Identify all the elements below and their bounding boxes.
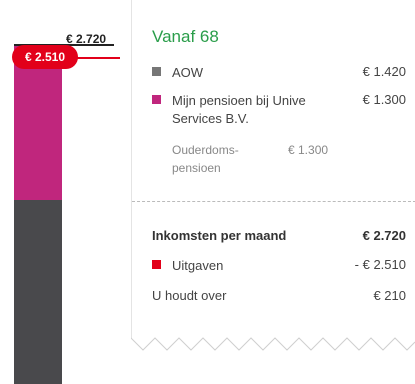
grey-square-icon — [152, 67, 161, 76]
red-square-icon — [152, 260, 161, 269]
income-item-value: € 1.420 — [362, 64, 406, 79]
expense-badge: € 2.510 — [12, 45, 78, 69]
income-total-value: € 2.720 — [362, 228, 406, 243]
panel-title: Vanaf 68 — [152, 27, 219, 46]
total-income-label: € 2.720 — [66, 32, 107, 46]
income-item-label: Mijn pensioen bij Unive Services B.V. — [172, 92, 306, 128]
sub-item-value: € 1.300 — [288, 143, 329, 157]
remaining-value: € 210 — [373, 288, 406, 303]
magenta-square-icon — [152, 95, 161, 104]
bar-pension-segment — [14, 46, 62, 200]
sub-item-label-line-1: Ouderdoms- — [172, 143, 239, 157]
torn-edge-decoration — [131, 337, 415, 351]
expense-label: Uitgaven — [172, 258, 224, 273]
tooltip-panel: Vanaf 68 AOW € 1.420 Mijn pensioen bij U… — [131, 0, 415, 384]
income-item-label-line-2: Services B.V. — [172, 111, 249, 126]
income-total-label: Inkomsten per maand — [152, 228, 287, 243]
bar-aow-segment — [14, 200, 62, 384]
panel-divider — [132, 201, 415, 202]
remaining-label: U houdt over — [152, 288, 227, 303]
income-item-value: € 1.300 — [362, 92, 406, 107]
income-item-label: AOW — [172, 65, 204, 80]
expense-value: - € 2.510 — [354, 257, 406, 272]
sub-item-label: Ouderdoms- pensioen — [172, 141, 239, 177]
income-item-label-line-1: Mijn pensioen bij Unive — [172, 93, 306, 108]
sub-item-label-line-2: pensioen — [172, 161, 221, 175]
